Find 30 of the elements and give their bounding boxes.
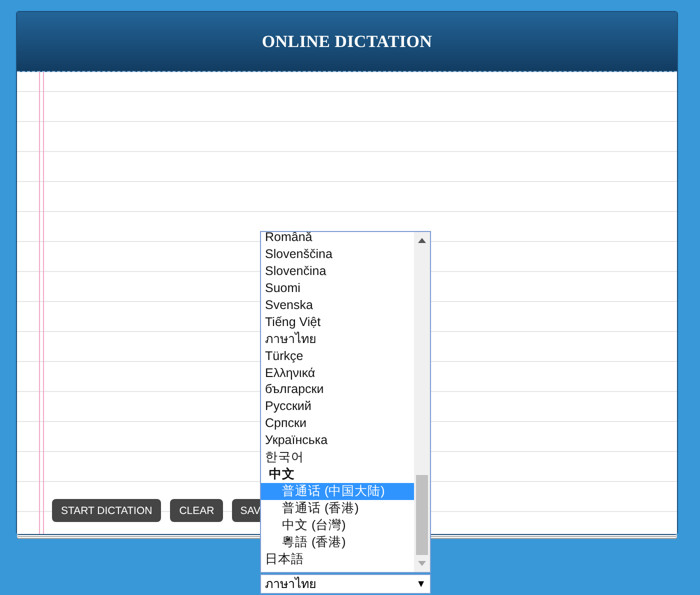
language-option[interactable]: Slovenčina	[261, 262, 414, 280]
language-option[interactable]: Ελληνικά	[261, 364, 414, 382]
scroll-up-icon[interactable]	[418, 238, 426, 243]
scroll-down-icon[interactable]	[418, 561, 426, 566]
language-option[interactable]: Српски	[261, 415, 414, 432]
selected-language: ภาษาไทย	[265, 576, 316, 593]
language-option[interactable]: Română	[261, 232, 414, 246]
language-option[interactable]: Türkçe	[261, 348, 414, 364]
option-group-label: 中文	[268, 466, 296, 484]
app-title: ONLINE DICTATION	[262, 32, 432, 52]
language-option[interactable]: Русский	[261, 398, 414, 416]
language-option[interactable]: 粵語 (香港)	[261, 534, 414, 551]
language-option[interactable]: Tiếng Việt	[261, 314, 414, 331]
language-option[interactable]: Slovenščina	[261, 246, 414, 263]
scrollbar-thumb[interactable]	[416, 475, 428, 555]
language-option[interactable]: Svenska	[261, 296, 414, 314]
language-option[interactable]: Українська	[261, 432, 414, 450]
scrollbar[interactable]	[414, 232, 430, 572]
language-option[interactable]: 普通话 (香港)	[261, 500, 414, 517]
start-button[interactable]: START DICTATION	[52, 499, 162, 522]
language-select[interactable]: ภาษาไทย ▼	[260, 574, 431, 594]
clear-button[interactable]: CLEAR	[170, 499, 224, 522]
language-option[interactable]: Suomi	[261, 280, 414, 297]
language-option[interactable]: ภาษาไทย	[261, 330, 414, 348]
save-button[interactable]: SAV	[232, 499, 260, 522]
language-option[interactable]: 한국어	[261, 449, 414, 466]
language-option[interactable]: 中文 (台灣)	[261, 516, 414, 534]
language-option[interactable]: български	[261, 381, 414, 398]
dropdown-arrow: ▼	[416, 578, 426, 590]
language-option[interactable]: 日本語	[261, 550, 414, 568]
